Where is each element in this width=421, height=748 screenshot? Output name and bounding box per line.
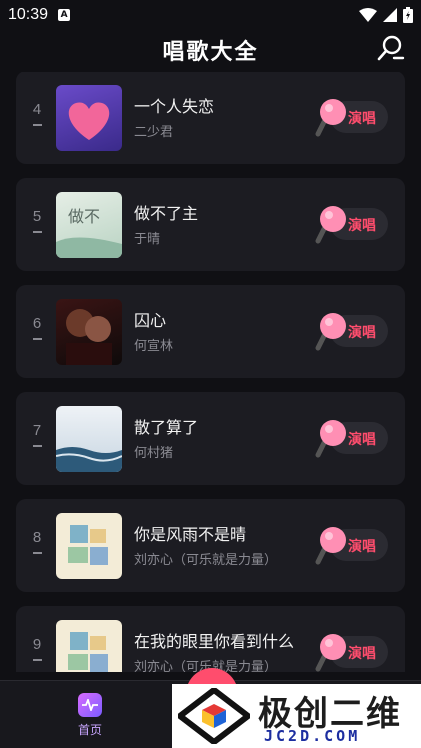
tab-home[interactable]: 首页 [66,693,114,741]
status-bar: 10:39 A [0,0,421,30]
song-card[interactable]: 6 囚心 何宣林 演唱 [16,285,405,378]
album-cover[interactable] [56,620,122,672]
song-artist: 二少君 [134,125,174,140]
sing-button-label: 演唱 [348,218,376,234]
karaoke-mic-icon[interactable] [375,34,405,64]
microphone-icon [315,634,346,672]
song-title: 散了算了 [134,418,199,437]
song-card[interactable]: 8 你是风雨不是晴 刘亦心（可乐就是力量） 演唱 [16,499,405,592]
battery-icon [403,7,413,23]
rank-trend-flat [33,445,42,447]
album-cover[interactable] [56,406,122,472]
signal-icon [383,8,397,22]
song-artist: 何村猪 [134,446,174,461]
svg-text:做不: 做不 [68,207,100,226]
rank-number: 7 [32,422,42,439]
microphone-icon [315,206,346,244]
rank-number: 6 [32,315,42,332]
album-cover[interactable]: 做不 [56,192,122,258]
status-icons [359,7,413,23]
song-card[interactable]: 7 散了算了 何村猪 演唱 [16,392,405,485]
song-title: 一个人失恋 [134,97,215,116]
song-title: 做不了主 [134,204,199,223]
album-cover[interactable] [56,513,122,579]
sing-button-label: 演唱 [348,432,376,448]
album-cover[interactable] [56,85,122,151]
song-list[interactable]: 4 一个人失恋 二少君 演唱 5 做不 做不了主 于晴 演唱 6 囚心 何宣林 … [0,72,421,672]
sing-button-label: 演唱 [348,646,376,662]
rank-number: 4 [32,101,42,118]
watermark: 极创二维 JC2D.COM [172,684,421,748]
song-title: 你是风雨不是晴 [134,525,247,544]
song-card[interactable]: 5 做不 做不了主 于晴 演唱 [16,178,405,271]
rank-number: 9 [32,636,42,653]
sing-button-label: 演唱 [348,111,376,127]
rank-trend-flat [33,231,42,233]
song-title: 在我的眼里你看到什么 [134,632,295,651]
song-title: 囚心 [134,311,167,330]
microphone-icon [315,420,346,458]
microphone-icon [315,99,346,137]
sing-button-label: 演唱 [348,539,376,555]
rank-trend-flat [33,338,42,340]
pulse-icon [78,693,102,717]
microphone-icon [315,313,346,351]
rank-number: 5 [32,208,42,225]
status-time: 10:39 [8,6,49,23]
rank-trend-flat [33,124,42,126]
a-badge-icon: A [58,9,71,21]
album-cover[interactable] [56,299,122,365]
song-artist: 何宣林 [134,339,174,354]
wifi-icon [359,8,377,22]
song-card[interactable]: 4 一个人失恋 二少君 演唱 [16,72,405,164]
microphone-icon [315,527,346,565]
watermark-url: JC2D.COM [264,727,361,745]
song-artist: 刘亦心（可乐就是力量） [134,553,278,568]
song-artist: 于晴 [134,232,161,247]
tab-home-label: 首页 [77,723,102,737]
rank-trend-flat [33,659,42,661]
rank-trend-flat [33,552,42,554]
watermark-logo-icon [178,688,250,744]
sing-button-label: 演唱 [348,325,376,341]
app-header: 唱歌大全 [0,30,421,70]
song-card[interactable]: 9 在我的眼里你看到什么 刘亦心（可乐就是力量） 演唱 [16,606,405,672]
page-title: 唱歌大全 [162,40,259,65]
rank-number: 8 [32,529,42,546]
